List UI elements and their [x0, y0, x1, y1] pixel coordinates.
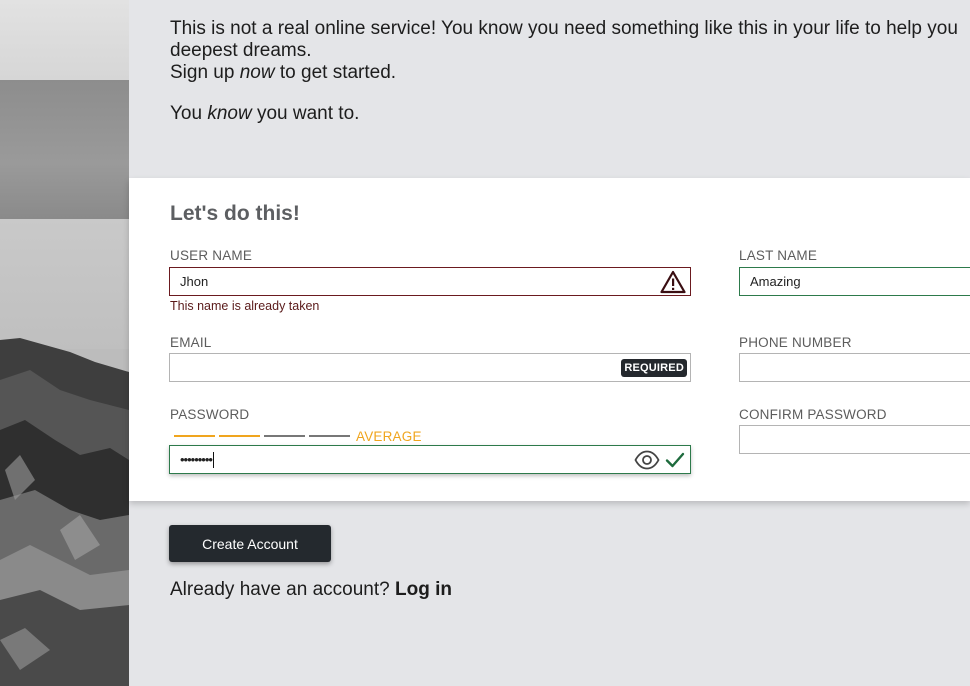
confirm-password-field[interactable] — [739, 425, 970, 454]
intro-line: deepest dreams. — [170, 40, 312, 61]
confirm-password-label: CONFIRM PASSWORD — [739, 407, 887, 422]
background-photo — [0, 0, 129, 686]
main-area: This is not a real online service! You k… — [129, 0, 970, 686]
username-value: Jhon — [180, 274, 209, 289]
intro-line: Sign up now to get started. — [170, 62, 397, 83]
strength-segment — [174, 435, 215, 437]
username-error-message: This name is already taken — [170, 299, 320, 313]
lastname-field[interactable]: Amazing — [739, 267, 970, 296]
login-prompt-text: Already have an account? — [170, 579, 395, 600]
phone-field[interactable] — [739, 353, 970, 382]
email-field[interactable]: REQUIRED — [169, 353, 691, 382]
lastname-value: Amazing — [750, 274, 801, 289]
signup-form: Let's do this! USER NAME Jhon This name … — [129, 178, 970, 501]
lastname-label: LAST NAME — [739, 248, 818, 263]
intro-text: This is not a real online service! You k… — [170, 18, 970, 125]
password-label: PASSWORD — [170, 407, 250, 422]
username-label: USER NAME — [170, 248, 253, 263]
login-link[interactable]: Log in — [395, 579, 452, 600]
form-heading: Let's do this! — [170, 202, 300, 225]
email-label: EMAIL — [170, 335, 212, 350]
password-field[interactable]: ••••••••• — [169, 445, 691, 474]
phone-label: PHONE NUMBER — [739, 335, 852, 350]
intro-line: This is not a real online service! You k… — [170, 18, 958, 39]
text-caret — [212, 451, 214, 468]
strength-segment — [219, 435, 260, 437]
strength-label: AVERAGE — [356, 428, 422, 444]
required-badge: REQUIRED — [621, 359, 687, 377]
username-field[interactable]: Jhon — [169, 267, 691, 296]
eye-icon[interactable] — [634, 449, 660, 471]
password-strength-meter: AVERAGE — [174, 428, 422, 444]
password-value: ••••••••• — [180, 452, 213, 467]
warning-triangle-icon — [660, 270, 686, 294]
login-prompt: Already have an account? Log in — [170, 579, 452, 601]
create-account-button[interactable]: Create Account — [169, 525, 331, 562]
intro-line: You know you want to. — [170, 103, 360, 124]
strength-segment — [264, 435, 305, 437]
strength-segment — [309, 435, 350, 437]
checkmark-icon — [665, 452, 685, 468]
